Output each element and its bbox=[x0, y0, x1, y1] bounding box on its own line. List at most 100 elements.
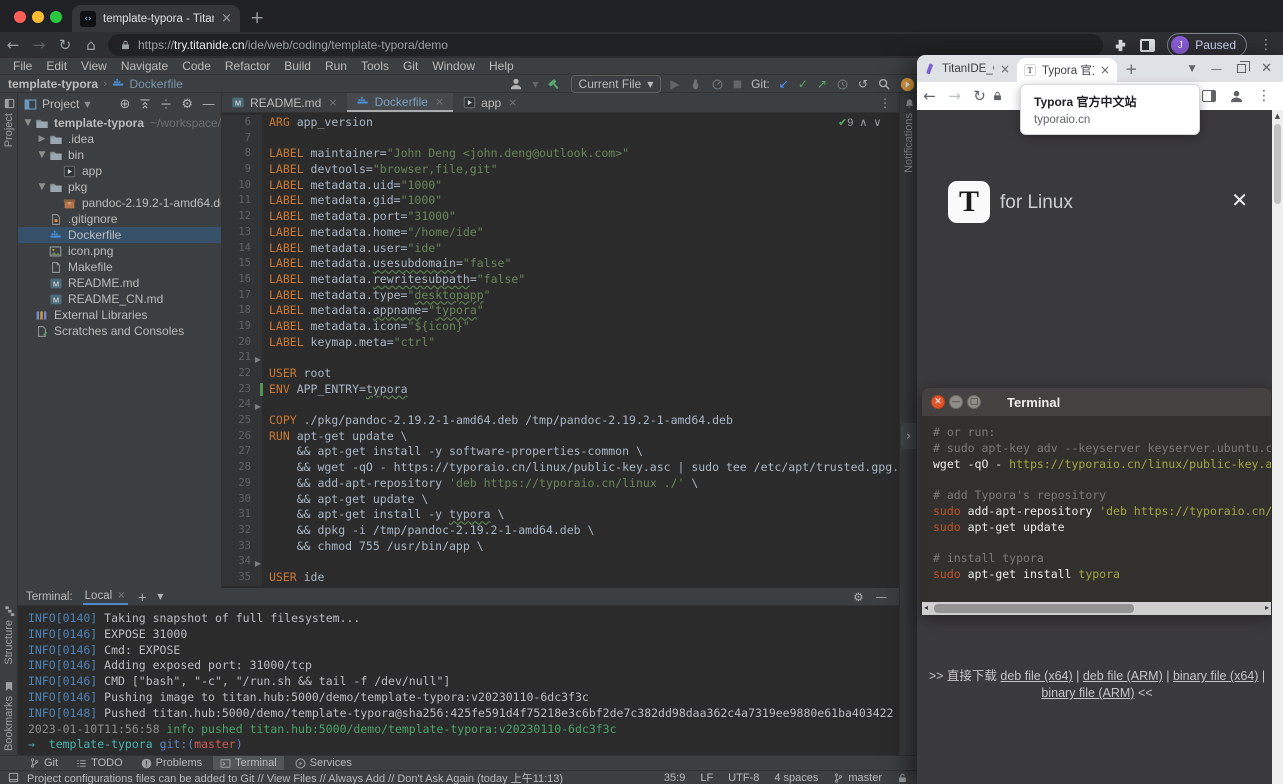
gutter-line-28[interactable]: 28 bbox=[222, 460, 262, 476]
breadcrumb-root[interactable]: template-typora bbox=[8, 77, 98, 91]
gutter-line-8[interactable]: 8 bbox=[222, 146, 262, 163]
overlay-tab-typora[interactable]: TTypora 官方× bbox=[1017, 58, 1117, 82]
tree-item-.idea[interactable]: ▶ .idea bbox=[18, 131, 221, 147]
gutter-line-29[interactable]: 29 bbox=[222, 475, 262, 492]
statusbar-message[interactable]: Project configurations files can be adde… bbox=[27, 770, 563, 784]
debug-icon[interactable] bbox=[689, 78, 702, 91]
hide-panel-icon[interactable]: — bbox=[202, 97, 215, 112]
gutter-line-26[interactable]: 26 bbox=[222, 428, 262, 445]
menu-window[interactable]: Window bbox=[425, 59, 482, 73]
tree-item-icon.png[interactable]: icon.png bbox=[18, 243, 221, 259]
tree-item-readme_cn.md[interactable]: M README_CN.md bbox=[18, 291, 221, 307]
gutter-line-30[interactable]: 30 bbox=[222, 491, 262, 508]
gutter-line-7[interactable]: 7 bbox=[222, 130, 262, 147]
browser-menu-icon[interactable]: ⋮ bbox=[1259, 37, 1273, 53]
file-encoding[interactable]: UTF-8 bbox=[728, 772, 759, 784]
tree-item-pkg[interactable]: ▼ pkg bbox=[18, 179, 221, 195]
scroll-up-icon[interactable]: ▲ bbox=[1272, 112, 1283, 120]
terminal-tab-close-icon[interactable]: × bbox=[117, 590, 125, 601]
horizontal-scrollbar[interactable]: ◂ ▸ bbox=[922, 602, 1271, 615]
undo-icon[interactable]: ↺ bbox=[858, 77, 868, 91]
page-close-icon[interactable]: ✕ bbox=[1231, 188, 1248, 212]
ubuntu-close-icon[interactable]: ✕ bbox=[931, 395, 945, 409]
stop-icon[interactable]: ■ bbox=[733, 79, 742, 90]
gutter-line-32[interactable]: 32 bbox=[222, 522, 262, 539]
gutter-line-23[interactable]: 23 bbox=[222, 381, 263, 398]
side-panel-icon[interactable] bbox=[1140, 38, 1156, 52]
editor-tab-app[interactable]: app × bbox=[453, 93, 526, 112]
git-push-icon[interactable]: ↗ bbox=[817, 77, 827, 91]
line-ending[interactable]: LF bbox=[700, 772, 713, 784]
page-scrollbar-thumb[interactable] bbox=[1274, 124, 1281, 204]
toolwindow-terminal[interactable]: Terminal bbox=[213, 756, 284, 770]
overlay-restore-icon[interactable] bbox=[1237, 61, 1251, 73]
gutter-line-31[interactable]: 31 bbox=[222, 507, 262, 523]
overlay-close-icon[interactable]: ✕ bbox=[1261, 61, 1272, 76]
forward-icon[interactable]: → bbox=[26, 36, 52, 54]
terminal-output[interactable]: INFO[0140] Taking snapshot of full files… bbox=[18, 606, 899, 753]
gutter-line-22[interactable]: 22 bbox=[222, 366, 262, 382]
extensions-icon[interactable] bbox=[1113, 38, 1128, 53]
project-dropdown-icon[interactable]: ▼ bbox=[84, 100, 90, 109]
user-dropdown-icon[interactable]: ▼ bbox=[532, 80, 538, 89]
overlay-back-icon[interactable]: ← bbox=[917, 87, 942, 105]
tab-close-icon[interactable]: × bbox=[221, 12, 232, 25]
readonly-lock-icon[interactable] bbox=[897, 772, 908, 784]
search-icon[interactable] bbox=[877, 77, 891, 91]
gutter-line-17[interactable]: 17 bbox=[222, 287, 262, 304]
panel-expander-chevron[interactable]: › bbox=[901, 423, 916, 449]
traffic-minimize-icon[interactable] bbox=[32, 11, 44, 23]
terminal-dropdown-icon[interactable]: ▼ bbox=[157, 592, 163, 601]
download-link[interactable]: deb file (ARM) bbox=[1083, 669, 1163, 683]
gutter-line-10[interactable]: 10 bbox=[222, 177, 262, 194]
overlay-reload-icon[interactable]: ↻ bbox=[967, 87, 992, 105]
tree-item-makefile[interactable]: Makefile bbox=[18, 259, 221, 275]
tab-close-icon[interactable]: × bbox=[1000, 62, 1010, 76]
menu-git[interactable]: Git bbox=[396, 59, 425, 73]
gutter-line-9[interactable]: 9 bbox=[222, 162, 262, 178]
download-link[interactable]: binary file (ARM) bbox=[1041, 686, 1134, 700]
tab-close-icon[interactable]: × bbox=[435, 95, 444, 108]
traffic-zoom-icon[interactable] bbox=[50, 11, 62, 23]
terminal-tab-local[interactable]: Local × bbox=[82, 588, 128, 605]
menu-file[interactable]: File bbox=[6, 59, 39, 73]
tab-close-icon[interactable]: × bbox=[508, 96, 517, 109]
back-icon[interactable]: ← bbox=[0, 36, 26, 54]
gutter-line-25[interactable]: 25 bbox=[222, 413, 262, 429]
run-icon[interactable]: ▶ bbox=[670, 77, 679, 91]
gutter-line-13[interactable]: 13 bbox=[222, 224, 262, 241]
stripe-notifications-button[interactable]: Notifications bbox=[900, 98, 918, 173]
git-commit-icon[interactable]: ✓ bbox=[798, 77, 808, 91]
overlay-profile-icon[interactable] bbox=[1229, 89, 1244, 104]
download-link[interactable]: deb file (x64) bbox=[1000, 669, 1072, 683]
gutter-line-34[interactable]: 34 ▶ bbox=[222, 554, 262, 570]
scrollbar-thumb[interactable] bbox=[934, 604, 1134, 613]
download-link[interactable]: binary file (x64) bbox=[1173, 669, 1258, 683]
menu-help[interactable]: Help bbox=[482, 59, 521, 73]
menu-run[interactable]: Run bbox=[318, 59, 354, 73]
menu-navigate[interactable]: Navigate bbox=[114, 59, 175, 73]
page-scrollbar[interactable]: ▲ bbox=[1272, 110, 1283, 784]
menu-code[interactable]: Code bbox=[175, 59, 218, 73]
code-editor[interactable]: 6 ARG app_version 7 8 LABEL maintainer="John… bbox=[222, 113, 899, 588]
gutter-line-16[interactable]: 16 bbox=[222, 271, 262, 288]
editor-tab-options-icon[interactable]: ⋮ bbox=[871, 93, 899, 112]
breadcrumb-file[interactable]: Dockerfile bbox=[112, 77, 183, 91]
stripe-structure-button[interactable]: Structure bbox=[0, 605, 18, 665]
gutter-line-15[interactable]: 15 bbox=[222, 256, 262, 272]
gutter-line-21[interactable]: 21 ▶ bbox=[222, 350, 262, 366]
address-bar[interactable]: https://try.titanide.cn/ide/web/coding/t… bbox=[108, 34, 1104, 56]
stripe-bookmarks-button[interactable]: Bookmarks bbox=[0, 681, 18, 751]
menu-build[interactable]: Build bbox=[277, 59, 318, 73]
run-config-dropdown[interactable]: Current File ▼ bbox=[570, 75, 662, 93]
tree-item-readme.md[interactable]: M README.md bbox=[18, 275, 221, 291]
gutter-line-12[interactable]: 12 bbox=[222, 209, 262, 225]
gutter-line-18[interactable]: 18 bbox=[222, 303, 262, 319]
tree-item-scratches and consoles[interactable]: Scratches and Consoles bbox=[18, 323, 221, 339]
scroll-left-icon[interactable]: ◂ bbox=[924, 603, 928, 612]
toolwindow-services[interactable]: Services bbox=[288, 756, 359, 770]
git-branch-widget[interactable]: master bbox=[833, 772, 882, 784]
toolwindow-todo[interactable]: TODO bbox=[69, 756, 130, 770]
gutter-line-11[interactable]: 11 bbox=[222, 193, 262, 210]
expand-all-icon[interactable] bbox=[160, 98, 172, 110]
